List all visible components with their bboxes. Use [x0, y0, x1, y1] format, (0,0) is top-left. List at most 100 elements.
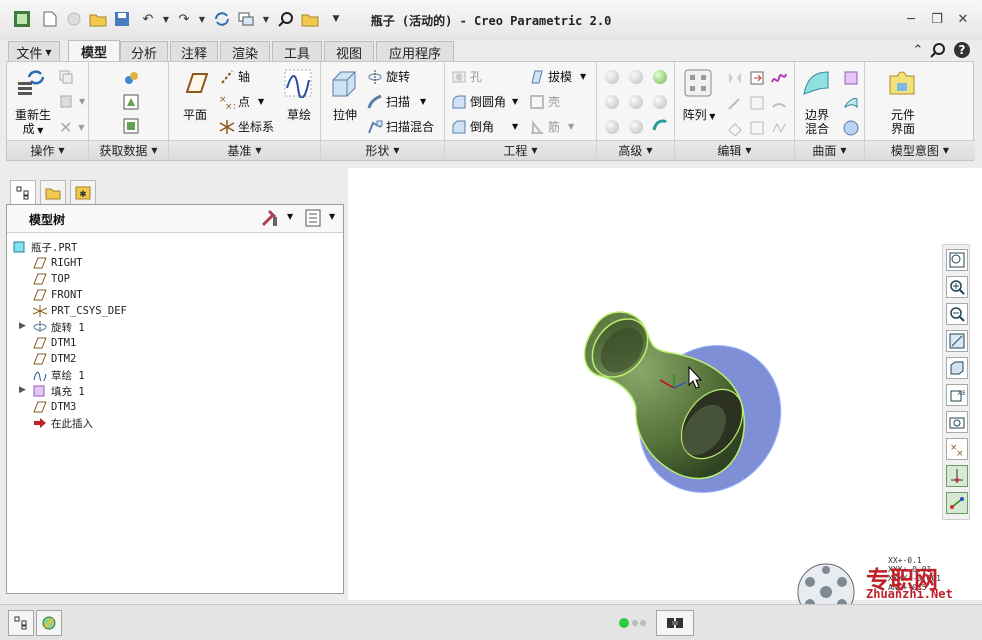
round-label: 倒圆角	[470, 95, 507, 109]
plane-button[interactable]: 平面	[175, 108, 215, 122]
display-style-icon[interactable]	[946, 357, 968, 379]
chevron-down-icon[interactable]: ▼	[329, 212, 335, 221]
tree-item-sketch[interactable]: 草绘 1	[33, 367, 85, 384]
chevron-down-icon[interactable]: ▼	[287, 212, 293, 221]
tab-annotate[interactable]: 注释	[170, 41, 218, 62]
model-tree-tab[interactable]	[10, 180, 36, 205]
swept-blend-button[interactable]: 扫描混合	[367, 118, 434, 135]
solidify-icon	[771, 120, 787, 136]
component-interface-icon[interactable]	[887, 68, 917, 98]
expand-arrow-icon[interactable]: ▶	[19, 385, 26, 395]
tree-item-part[interactable]: 瓶子.PRT	[13, 239, 77, 255]
pattern-button[interactable]: 阵列 ▼	[679, 108, 719, 124]
help-icon[interactable]: ?	[952, 40, 972, 60]
group-get-data: 获取数据 ▼	[89, 62, 169, 160]
draft-button[interactable]: 拔模 ▼	[529, 68, 586, 85]
datum-display-icon[interactable]: × ×	[946, 438, 968, 460]
annotation-display-icon[interactable]	[946, 492, 968, 514]
group-shapes-label[interactable]: 形状 ▼	[321, 140, 444, 160]
group-operations-label[interactable]: 操作 ▼	[7, 140, 88, 160]
tab-file[interactable]: 文件 ▼	[8, 41, 60, 62]
revolve-button[interactable]: 旋转	[367, 68, 410, 85]
style-icon[interactable]	[771, 70, 787, 86]
chamfer-button[interactable]: 倒角 ▼	[451, 118, 518, 135]
minimize-icon[interactable]: ─	[900, 10, 922, 28]
toroidal-bend-icon[interactable]	[652, 118, 668, 134]
sketch-big-icon[interactable]	[283, 68, 313, 99]
group-datum-label[interactable]: 基准 ▼	[169, 140, 320, 160]
style-sphere-icon[interactable]	[843, 120, 859, 136]
merge-icon[interactable]	[749, 70, 765, 86]
view-manager-icon[interactable]	[946, 411, 968, 433]
zoom-in-icon[interactable]	[946, 276, 968, 298]
tree-item-front[interactable]: FRONT	[33, 287, 83, 303]
refit-icon[interactable]	[946, 249, 968, 271]
tree-item-dtm1[interactable]: DTM1	[33, 335, 76, 351]
restore-icon[interactable]: ❐	[926, 10, 948, 28]
tree-item-insert-here[interactable]: 在此插入	[33, 415, 93, 431]
selection-filter-icon[interactable]	[656, 610, 694, 636]
tree-item-dtm3[interactable]: DTM3	[33, 399, 76, 415]
tree-item-right[interactable]: RIGHT	[33, 255, 83, 271]
extrude-button[interactable]: 拉伸	[325, 108, 365, 122]
close-icon[interactable]: ✕	[952, 10, 974, 28]
boundary-blend-button[interactable]: 边界 混合	[797, 108, 837, 136]
graphics-window[interactable]: XX+-0.1 XXX+-0.01 XXXX+-0.001 ANG+-0.5 专…	[348, 168, 982, 621]
spin-center-icon[interactable]	[946, 465, 968, 487]
tab-analysis[interactable]: 分析	[120, 41, 168, 62]
csys-button[interactable]: 坐标系	[219, 118, 274, 135]
repaint-icon[interactable]	[946, 330, 968, 352]
regenerate-button[interactable]: 重新生成 ▼	[11, 108, 55, 138]
tab-applications[interactable]: 应用程序	[376, 41, 454, 62]
tab-tools[interactable]: 工具	[272, 41, 322, 62]
saved-orientations-icon[interactable]: AB	[946, 384, 968, 406]
chevron-down-icon: ▼	[512, 97, 519, 106]
expand-arrow-icon[interactable]: ▶	[19, 321, 26, 331]
copy-geometry-icon[interactable]	[123, 94, 139, 110]
freestyle-icon[interactable]	[843, 95, 859, 111]
bottle-model[interactable]	[348, 168, 982, 600]
sketch-button[interactable]: 草绘	[279, 108, 319, 122]
tree-item-dtm2[interactable]: DTM2	[33, 351, 76, 367]
tab-analysis-label: 分析	[130, 46, 157, 62]
component-interface-button[interactable]: 元件 界面	[881, 108, 925, 136]
axis-button[interactable]: 轴	[219, 68, 250, 85]
tab-model[interactable]: 模型	[68, 40, 120, 62]
user-defined-feature-icon[interactable]	[123, 70, 139, 86]
show-list-icon[interactable]	[305, 209, 321, 230]
favorites-tab[interactable]: ✱	[70, 180, 96, 205]
tab-view[interactable]: 视图	[324, 41, 374, 62]
group-model-intent-label[interactable]: 模型意图 ▼	[865, 140, 975, 160]
group-engineering-label[interactable]: 工程 ▼	[445, 140, 596, 160]
insert-here-arrow-icon	[33, 417, 47, 429]
regenerate-icon[interactable]	[15, 68, 45, 98]
tree-item-top[interactable]: TOP	[33, 271, 70, 287]
group-editing-label[interactable]: 编辑 ▼	[675, 140, 794, 160]
tree-item-fill[interactable]: 填充 1	[33, 383, 85, 399]
group-get-data-label[interactable]: 获取数据 ▼	[89, 140, 168, 160]
point-button[interactable]: ×××点 ▼	[219, 93, 264, 112]
shrinkwrap-icon[interactable]	[123, 118, 139, 134]
zoom-out-icon[interactable]	[946, 303, 968, 325]
advanced-tool-icon[interactable]	[653, 70, 667, 84]
toggle-browser-icon[interactable]	[36, 610, 62, 636]
sweep-button[interactable]: 扫描 ▼	[367, 93, 426, 110]
model-tree-header: 模型树 ▼ ▼	[7, 205, 343, 233]
advanced-tool-icon	[605, 95, 619, 109]
fill-surface-icon[interactable]	[843, 70, 859, 86]
group-advanced-label[interactable]: 高级 ▼	[597, 140, 674, 160]
tree-item-csys[interactable]: PRT_CSYS_DEF	[32, 303, 127, 319]
toggle-navigator-icon[interactable]	[8, 610, 34, 636]
tab-render[interactable]: 渲染	[220, 41, 270, 62]
extrude-icon[interactable]	[329, 68, 359, 98]
group-surfaces-label[interactable]: 曲面 ▼	[795, 140, 864, 160]
pattern-icon[interactable]	[683, 68, 713, 98]
round-button[interactable]: 倒圆角 ▼	[451, 93, 518, 110]
search-icon[interactable]	[928, 40, 948, 60]
minimize-ribbon-icon[interactable]: ⌃	[908, 40, 928, 60]
tree-settings-icon[interactable]	[261, 209, 281, 230]
datum-plane-big-icon[interactable]	[179, 68, 209, 98]
folder-browser-tab[interactable]	[40, 180, 66, 205]
tree-item-revolve[interactable]: 旋转 1	[33, 319, 85, 335]
boundary-blend-icon[interactable]	[801, 68, 831, 98]
